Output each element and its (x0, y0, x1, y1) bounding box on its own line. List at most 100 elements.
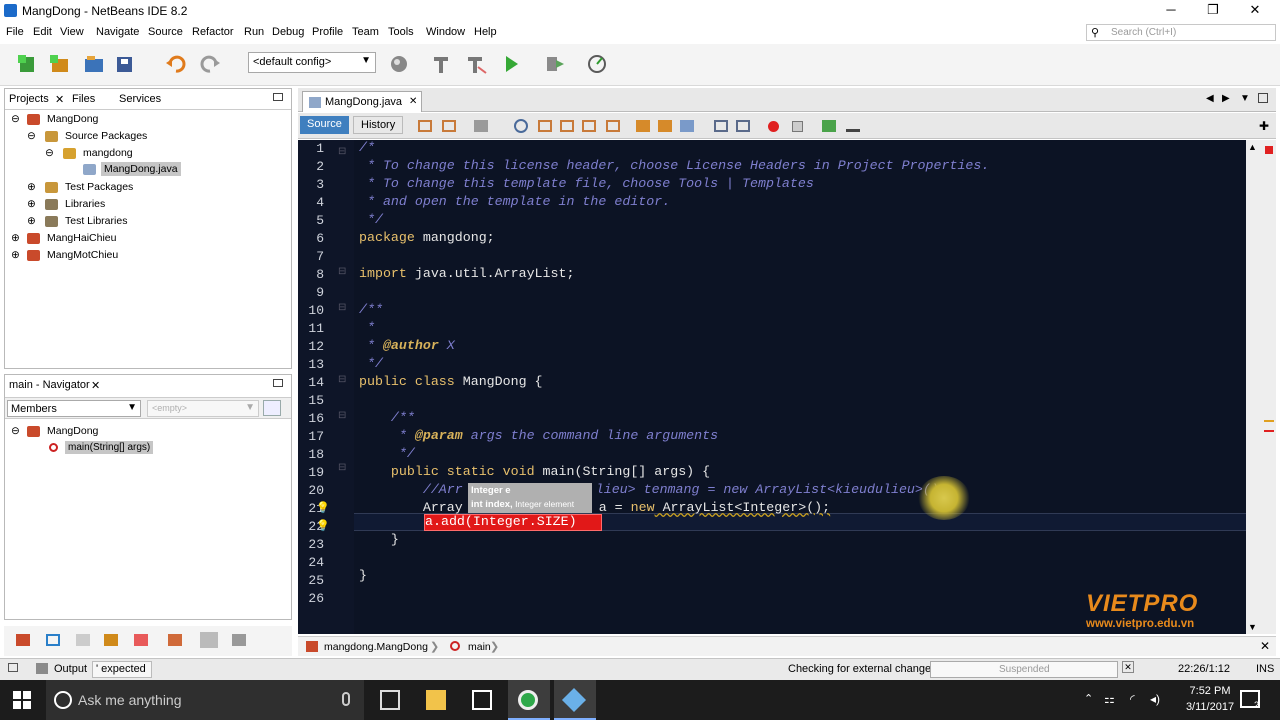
task-view-icon[interactable] (380, 690, 400, 710)
scroll-up-icon[interactable]: ▲ (1248, 142, 1257, 152)
tab-mangdong-java[interactable]: MangDong.java ✕ (302, 91, 422, 112)
microphone-icon[interactable] (342, 692, 350, 706)
clean-build-icon[interactable] (464, 53, 488, 75)
toggle-highlight-icon[interactable] (606, 120, 620, 132)
breadcrumb-method[interactable]: main (468, 641, 491, 653)
prev-bookmark-icon[interactable] (636, 120, 650, 132)
build-hammer-icon[interactable] (430, 53, 454, 75)
menu-refactor[interactable]: Refactor (192, 26, 234, 38)
toggle-bookmark-icon[interactable] (680, 120, 694, 132)
menu-source[interactable]: Source (148, 26, 183, 38)
close-breadcrumb-icon[interactable]: ✕ (1260, 639, 1270, 653)
tree-item-test-packages[interactable]: Test Packages (65, 181, 133, 193)
maximize-editor-icon[interactable] (1258, 93, 1268, 103)
menu-file[interactable]: File (6, 26, 24, 38)
sort-by-name-icon[interactable] (232, 634, 246, 646)
fold-toggle-icon[interactable]: ⊟ (338, 146, 346, 157)
scroll-right-icon[interactable]: ▶ (1222, 93, 1230, 104)
warning-hint-icon[interactable]: 💡 (316, 501, 330, 514)
back-icon[interactable] (442, 120, 456, 132)
navigator-item-class[interactable]: MangDong (47, 425, 98, 437)
network-adapter-icon[interactable]: ⚏ (1104, 692, 1115, 706)
file-explorer-icon[interactable] (426, 690, 446, 710)
shift-left-icon[interactable] (714, 120, 728, 132)
filter-fields-icon[interactable] (16, 634, 30, 646)
fold-toggle-icon[interactable]: ⊟ (338, 302, 346, 313)
new-file-icon[interactable] (16, 53, 40, 75)
store-icon[interactable] (472, 690, 492, 710)
split-editor-icon[interactable]: ✚ (1259, 119, 1269, 133)
filter-select[interactable]: <empty> ▼ (147, 400, 259, 417)
filter-inherited-icon[interactable] (104, 634, 118, 646)
tree-item-manghaichieu[interactable]: MangHaiChieu (47, 232, 116, 244)
search-input[interactable]: Search (Ctrl+I) (1111, 27, 1176, 38)
last-edit-icon[interactable] (418, 120, 432, 132)
windows-start-icon[interactable] (13, 691, 31, 709)
open-project-icon[interactable] (82, 53, 106, 75)
menu-help[interactable]: Help (474, 26, 497, 38)
uncomment-icon[interactable] (846, 120, 860, 132)
tree-item-libraries[interactable]: Libraries (65, 198, 105, 210)
error-stripe-icon[interactable] (1265, 146, 1273, 154)
expand-toggle-icon[interactable]: ⊖ (27, 130, 36, 142)
tree-item-mangmotchieu[interactable]: MangMotChieu (47, 249, 118, 261)
run-project-icon[interactable] (500, 53, 524, 75)
wifi-icon[interactable]: ◜ (1130, 692, 1135, 706)
clock-time[interactable]: 7:52 PM (1180, 685, 1240, 697)
tab-services[interactable]: Services (119, 93, 161, 105)
menu-view[interactable]: View (60, 26, 84, 38)
redo-icon[interactable] (198, 53, 222, 75)
tab-projects[interactable]: Projects (9, 93, 49, 105)
filter-interfaces-icon[interactable] (134, 634, 148, 646)
menu-run[interactable]: Run (244, 26, 264, 38)
members-select[interactable]: Members ▼ (7, 400, 141, 417)
fold-toggle-icon[interactable]: ⊟ (338, 374, 346, 385)
expand-toggle-icon[interactable]: ⊖ (45, 147, 54, 159)
clock-date[interactable]: 3/11/2017 (1174, 701, 1246, 713)
filter-nonpublic-icon[interactable] (76, 634, 90, 646)
expand-toggle-icon[interactable]: ⊕ (27, 198, 36, 210)
menu-profile[interactable]: Profile (312, 26, 343, 38)
history-view-button[interactable]: History (353, 116, 404, 134)
editor-scrollbar[interactable]: ▲ ▼ (1246, 140, 1276, 634)
menu-navigate[interactable]: Navigate (96, 26, 139, 38)
menu-window[interactable]: Window (426, 26, 465, 38)
warning-mark[interactable] (1264, 420, 1274, 422)
breadcrumb-class[interactable]: mangdong.MangDong (324, 641, 428, 653)
new-project-icon[interactable] (48, 53, 72, 75)
close-projects-tab-icon[interactable]: ✕ (55, 93, 64, 106)
find-icon[interactable] (514, 119, 528, 133)
expand-toggle-icon[interactable]: ⊕ (11, 232, 20, 244)
save-all-icon[interactable] (114, 53, 138, 75)
tree-item-mangdong[interactable]: MangDong (47, 113, 98, 125)
minimize-panel-icon[interactable] (273, 93, 283, 101)
debug-project-icon[interactable] (542, 53, 566, 75)
restore-window-icon[interactable] (8, 663, 18, 672)
next-bookmark-icon[interactable] (658, 120, 672, 132)
expand-toggle-icon[interactable]: ⊕ (27, 181, 36, 193)
filter-hierarchy-icon[interactable] (168, 634, 182, 646)
config-select[interactable]: <default config> ▼ (248, 52, 376, 73)
tree-item-source-packages[interactable]: Source Packages (65, 130, 147, 142)
tree-item-test-libraries[interactable]: Test Libraries (65, 215, 127, 227)
error-hint-icon[interactable]: 💡 (316, 519, 330, 532)
volume-icon[interactable]: ◂) (1150, 692, 1160, 706)
error-mark[interactable] (1264, 430, 1274, 432)
filter-static-icon[interactable] (46, 634, 60, 646)
expand-toggle-icon[interactable]: ⊕ (27, 215, 36, 227)
navigator-options-icon[interactable] (263, 400, 281, 416)
fold-toggle-icon[interactable]: ⊟ (338, 410, 346, 421)
fold-toggle-icon[interactable]: ⊟ (338, 266, 346, 277)
tree-item-package[interactable]: mangdong (83, 147, 133, 159)
shift-right-icon[interactable] (736, 120, 750, 132)
close-navigator-icon[interactable]: ✕ (91, 379, 100, 392)
output-tab[interactable]: Output (54, 663, 87, 675)
menu-edit[interactable]: Edit (33, 26, 52, 38)
config-globe-icon[interactable] (388, 53, 412, 75)
fold-toggle-icon[interactable]: ⊟ (338, 462, 346, 473)
undo-icon[interactable] (164, 53, 188, 75)
comment-icon[interactable] (822, 120, 836, 132)
maximize-button[interactable]: ❐ (1192, 0, 1234, 22)
forward-icon[interactable] (474, 120, 488, 132)
close-window-button[interactable]: ✕ (1234, 0, 1276, 22)
